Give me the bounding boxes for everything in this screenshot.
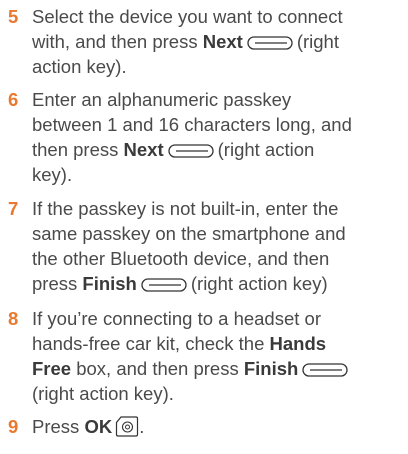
- next-label: Next: [202, 31, 243, 52]
- step-line: If you’re connecting to a headset or: [32, 308, 321, 329]
- right-action-key-icon: [302, 359, 348, 384]
- step-line: key).: [32, 164, 73, 185]
- finish-label: Finish: [243, 358, 299, 379]
- text-run: (right action key): [190, 273, 328, 294]
- step-line: the other Bluetooth device, and then: [32, 248, 330, 269]
- step-number: 5: [8, 6, 19, 27]
- next-label: Next: [123, 139, 164, 160]
- step-line: Press OK.: [32, 414, 404, 439]
- right-action-key-icon: [247, 32, 293, 57]
- step-text: Press OK.: [32, 414, 404, 439]
- text-run: (right: [296, 31, 339, 52]
- step-line: with, and then press Next (right: [32, 29, 404, 54]
- text-run: hands-free car kit, check the: [32, 333, 270, 354]
- ok-label: OK: [84, 416, 113, 437]
- step-line: same passkey on the smartphone and: [32, 223, 346, 244]
- step-number: 8: [8, 308, 19, 329]
- step-text: Enter an alphanumeric passkey between 1 …: [32, 87, 404, 187]
- step-line: between 1 and 16 characters long, and: [32, 114, 352, 135]
- step-line: hands-free car kit, check the Hands: [32, 331, 404, 356]
- step-line: (right action key).: [32, 383, 174, 404]
- finish-label: Finish: [82, 273, 137, 294]
- step-line: Free box, and then press Finish: [32, 356, 404, 381]
- step-line: If the passkey is not built-in, enter th…: [32, 198, 339, 219]
- steps-list: 5 Select the device you want to connect …: [0, 0, 408, 454]
- right-action-key-icon: [167, 140, 214, 165]
- text-run: then press: [32, 139, 124, 160]
- step-line: then press Next (right action: [32, 137, 404, 162]
- step-number: 6: [8, 89, 19, 110]
- step-number: 9: [8, 416, 19, 437]
- text-run: press: [32, 273, 83, 294]
- step-line: Enter an alphanumeric passkey: [32, 89, 292, 110]
- step-text: If the passkey is not built-in, enter th…: [32, 196, 404, 296]
- step-line: action key).: [32, 56, 127, 77]
- text-run: with, and then press: [32, 31, 203, 52]
- step-number: 7: [8, 198, 19, 219]
- step-text: If you’re connecting to a headset or han…: [32, 306, 404, 406]
- hands-free-label: Free: [32, 358, 72, 379]
- right-action-key-icon: [141, 274, 187, 299]
- text-run: .: [139, 416, 145, 437]
- step-text: Select the device you want to connect wi…: [32, 4, 404, 79]
- ok-key-icon: [115, 415, 139, 443]
- text-run: Press: [32, 416, 85, 437]
- text-run: (right action: [217, 139, 315, 160]
- hands-free-label: Hands: [269, 333, 327, 354]
- step-line: Select the device you want to connect: [32, 6, 343, 27]
- text-run: box, and then press: [71, 358, 244, 379]
- step-line: press Finish (right action key): [32, 271, 404, 296]
